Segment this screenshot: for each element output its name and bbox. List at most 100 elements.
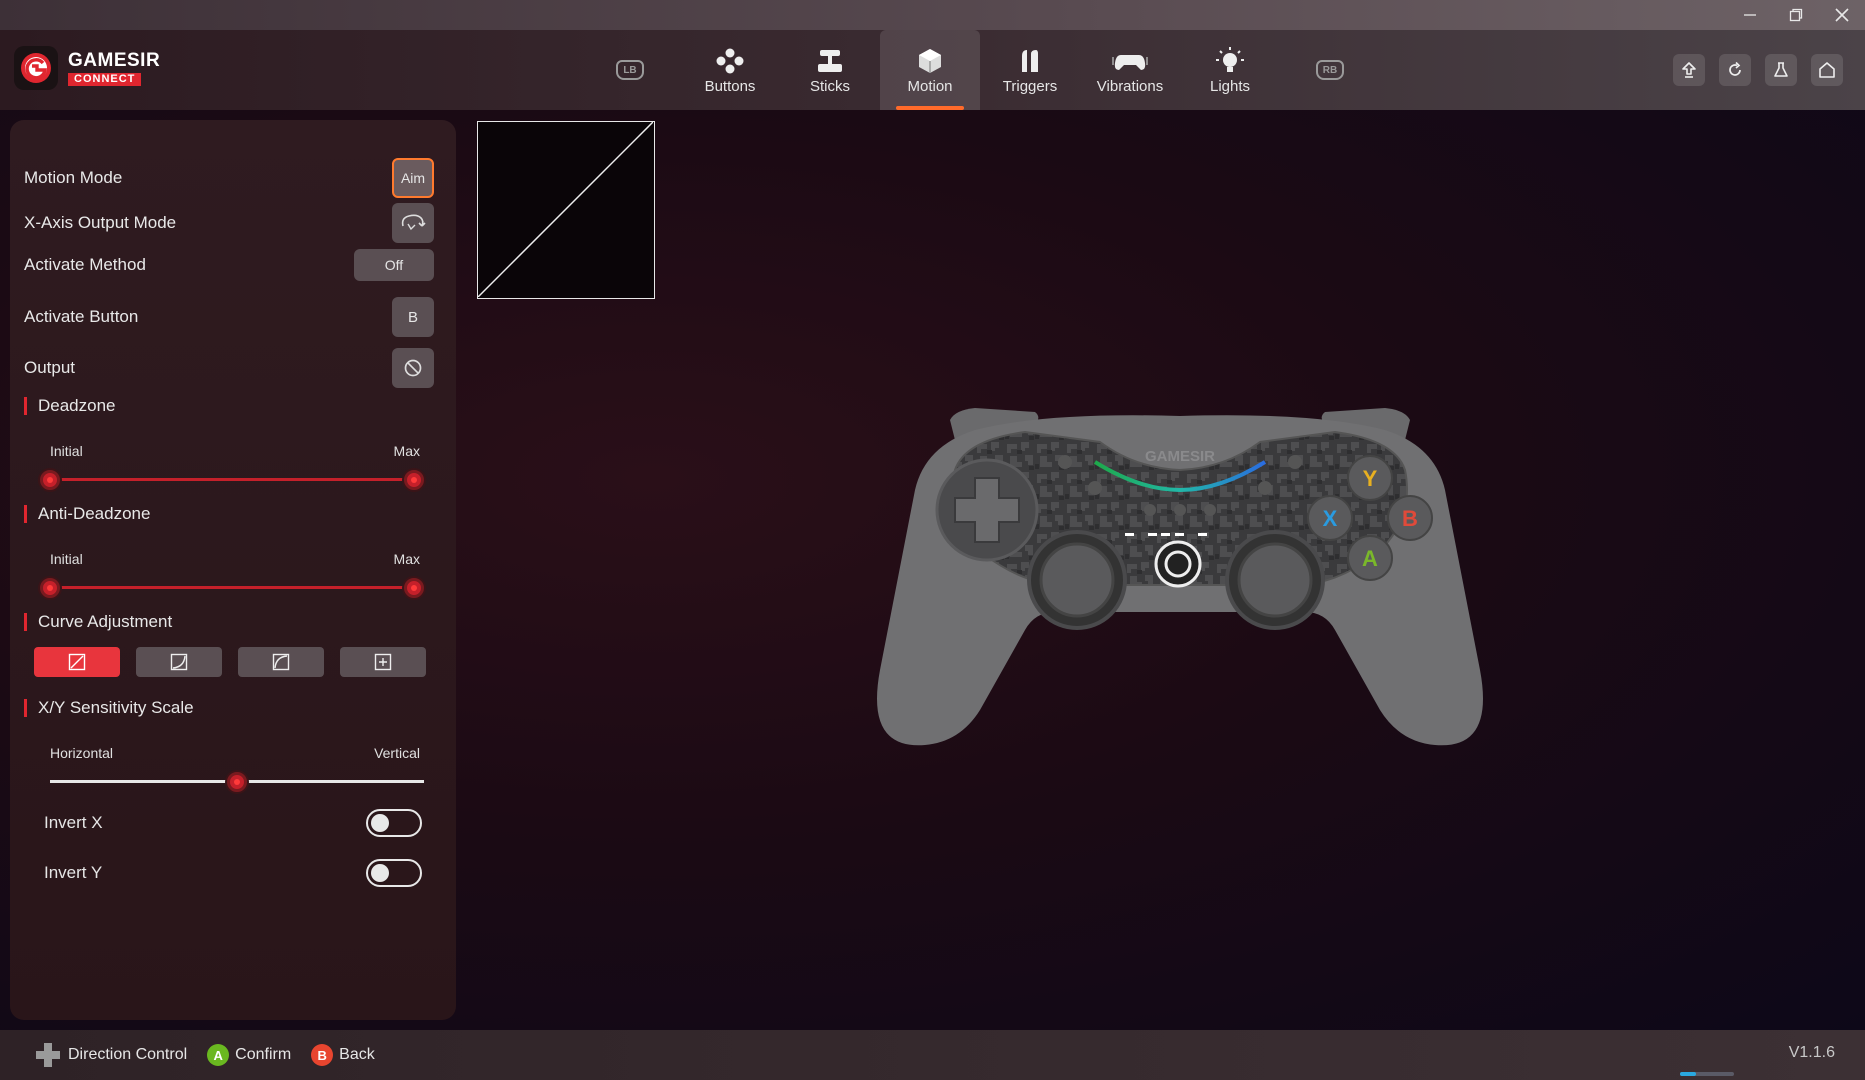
hint-direction-label: Direction Control: [68, 1046, 188, 1063]
right-stick: [1237, 542, 1313, 618]
invert-y-row: Invert Y: [44, 859, 422, 887]
hint-direction: Direction Control: [34, 1041, 187, 1069]
lab-button[interactable]: [1765, 54, 1797, 86]
tab-sticks[interactable]: Sticks: [780, 30, 880, 110]
invert-x-toggle[interactable]: [366, 809, 422, 837]
restore-button[interactable]: [1773, 0, 1819, 30]
buttons-icon: [715, 46, 745, 76]
motion-mode-button[interactable]: Aim: [392, 158, 434, 198]
deadzone-slider[interactable]: [40, 470, 424, 490]
deadzone-min-handle[interactable]: [40, 470, 60, 490]
tab-label: Vibrations: [1096, 77, 1164, 95]
steering-wheel-icon: [401, 214, 426, 231]
main-area: Motion Mode Aim X-Axis Output Mode Activ…: [0, 110, 1865, 1030]
anti-deadzone-section: Anti-Deadzone: [24, 504, 150, 524]
tab-vibrations[interactable]: Vibrations: [1080, 30, 1180, 110]
deadzone-track: [40, 478, 424, 481]
lb-bumper-icon: LB: [616, 60, 644, 80]
activate-method-button[interactable]: Off: [354, 249, 434, 281]
a-badge-icon: A: [207, 1044, 230, 1066]
activate-button-select[interactable]: B: [392, 297, 434, 337]
output-label: Output: [24, 358, 76, 377]
sensitivity-slider[interactable]: [50, 772, 424, 792]
loading-progress: [1680, 1072, 1734, 1076]
x-axis-output-row: X-Axis Output Mode: [24, 203, 434, 243]
upload-icon: [1682, 62, 1696, 78]
x-axis-output-button[interactable]: [392, 203, 434, 243]
main-tabs: LB Buttons Sticks Motion Triggers Vibrat…: [580, 30, 1380, 110]
minimize-icon: [1744, 14, 1756, 16]
motion-mode-row: Motion Mode Aim: [24, 158, 434, 198]
disabled-icon: [404, 359, 422, 377]
deadzone-max-label: Max: [393, 443, 420, 459]
sensitivity-max-label: Vertical: [374, 745, 420, 761]
upload-button[interactable]: [1673, 54, 1705, 86]
reset-button[interactable]: [1719, 54, 1751, 86]
sensitivity-min-label: Horizontal: [50, 745, 114, 761]
anti-deadzone-track: [40, 586, 424, 589]
title-bar: [0, 0, 1865, 30]
anti-deadzone-max-handle[interactable]: [404, 578, 424, 598]
dpad-icon: [36, 1043, 60, 1067]
home-button-graphic: [1154, 540, 1202, 588]
tab-buttons[interactable]: Buttons: [680, 30, 780, 110]
section-accent: [24, 613, 27, 631]
b-badge-icon: B: [311, 1044, 334, 1066]
deadzone-title: Deadzone: [38, 396, 116, 415]
anti-deadzone-max-label: Max: [393, 551, 420, 567]
button-x: X: [1323, 506, 1338, 531]
app-logo: GAMESIR CONNECT: [14, 46, 160, 90]
invert-x-row: Invert X: [44, 809, 422, 837]
vibrations-icon: [1112, 46, 1148, 76]
deadzone-labels: Initial Max: [50, 443, 420, 459]
deadzone-max-handle[interactable]: [404, 470, 424, 490]
tab-rb[interactable]: RB: [1280, 30, 1380, 110]
output-button[interactable]: [392, 348, 434, 388]
button-b: B: [1402, 506, 1418, 531]
logo-sub: CONNECT: [68, 72, 142, 86]
curve-concave-button[interactable]: [136, 647, 222, 677]
invert-y-toggle[interactable]: [366, 859, 422, 887]
loading-progress-fill: [1680, 1072, 1697, 1076]
sensitivity-title: X/Y Sensitivity Scale: [38, 698, 194, 717]
deadzone-min-label: Initial: [50, 443, 83, 459]
curve-convex-button[interactable]: [238, 647, 324, 677]
restore-icon: [1789, 8, 1803, 22]
logo-brand: GAMESIR: [68, 49, 161, 71]
hint-confirm-label: Confirm: [235, 1046, 292, 1063]
section-accent: [24, 505, 27, 523]
tab-lights[interactable]: Lights: [1180, 30, 1280, 110]
app-version: V1.1.6: [1788, 1044, 1835, 1061]
tab-label: Lights: [1209, 77, 1251, 95]
close-button[interactable]: [1819, 0, 1865, 30]
sensitivity-labels: Horizontal Vertical: [50, 745, 420, 761]
motion-cube-icon: [916, 46, 944, 76]
anti-deadzone-slider[interactable]: [40, 578, 424, 598]
controller-brand: GAMESIR: [1145, 448, 1215, 465]
tab-triggers[interactable]: Triggers: [980, 30, 1080, 110]
tab-lb[interactable]: LB: [580, 30, 680, 110]
convex-curve-icon: [272, 653, 290, 671]
sensitivity-section: X/Y Sensitivity Scale: [24, 698, 194, 718]
left-stick: [1039, 542, 1115, 618]
app-header: GAMESIR CONNECT LB Buttons Sticks Motion: [0, 30, 1865, 110]
curve-section: Curve Adjustment: [24, 612, 172, 632]
minimize-button[interactable]: [1727, 0, 1773, 30]
tab-label: Buttons: [704, 77, 756, 95]
home-button[interactable]: [1811, 54, 1843, 86]
custom-curve-icon: [374, 653, 392, 671]
linear-curve-icon: [68, 653, 86, 671]
tab-label: Sticks: [809, 77, 850, 95]
curve-custom-button[interactable]: [340, 647, 426, 677]
curve-linear-button[interactable]: [34, 647, 120, 677]
hint-back: B Back: [311, 1044, 375, 1066]
curve-preview: [477, 121, 655, 299]
anti-deadzone-min-handle[interactable]: [40, 578, 60, 598]
tab-label: Triggers: [1002, 77, 1058, 95]
activate-method-row: Activate Method Off: [24, 249, 434, 281]
sensitivity-handle[interactable]: [227, 772, 247, 792]
triggers-icon: [1018, 46, 1042, 76]
curve-title: Curve Adjustment: [38, 612, 173, 631]
anti-deadzone-labels: Initial Max: [50, 551, 420, 567]
tab-motion[interactable]: Motion: [880, 30, 980, 110]
